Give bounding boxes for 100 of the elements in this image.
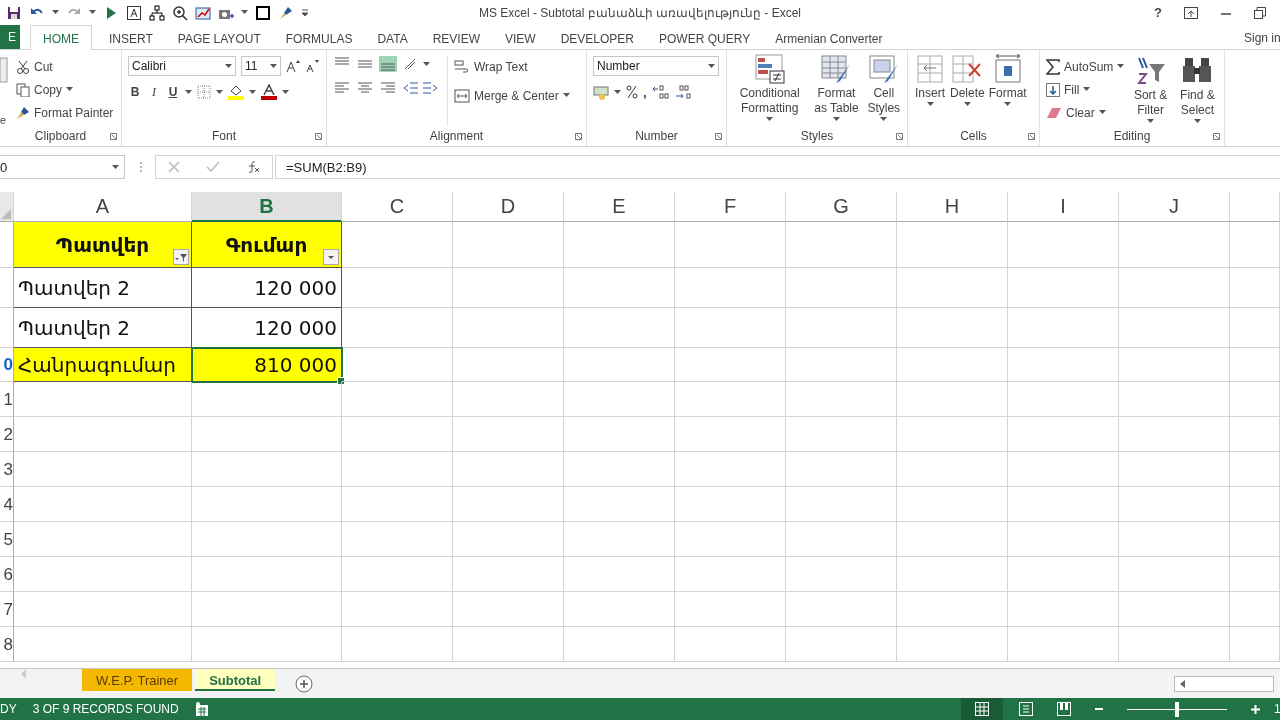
ribbon-tab[interactable]: PAGE LAYOUT (164, 25, 274, 49)
page-break-icon[interactable] (1057, 702, 1071, 716)
comma-style-button[interactable]: , (643, 84, 647, 100)
table-cell[interactable] (1008, 268, 1119, 308)
italic-button[interactable]: I (147, 84, 161, 100)
table-cell[interactable] (1119, 487, 1230, 522)
row-header[interactable]: 4 (0, 487, 14, 522)
number-format-field[interactable]: Number (593, 56, 719, 76)
table-cell[interactable] (1230, 557, 1280, 592)
table-cell[interactable] (1230, 348, 1280, 382)
table-cell[interactable] (453, 222, 564, 268)
add-sheet-icon[interactable] (295, 675, 314, 693)
zoom-icon[interactable] (172, 4, 188, 21)
table-cell[interactable] (453, 487, 564, 522)
table-cell[interactable] (1119, 592, 1230, 627)
sort-filter-button[interactable]: Sort & Filter (1132, 56, 1169, 126)
table-cell[interactable] (564, 557, 675, 592)
table-cell[interactable] (564, 308, 675, 348)
select-all-icon[interactable] (1, 209, 11, 219)
table-cell[interactable] (786, 417, 897, 452)
table-cell[interactable] (1230, 268, 1280, 308)
clear-button[interactable]: Clear (1046, 102, 1125, 123)
table-cell[interactable] (675, 268, 786, 308)
dialog-launcher-icon[interactable] (575, 132, 582, 140)
column-header[interactable]: H (897, 192, 1008, 222)
font-size-field[interactable]: 11 (241, 56, 281, 76)
table-cell[interactable] (1119, 348, 1230, 382)
underline-button[interactable]: U (166, 85, 180, 99)
brush-icon[interactable] (278, 4, 294, 21)
name-box[interactable]: 0 (0, 155, 125, 179)
table-cell[interactable] (453, 417, 564, 452)
table-cell[interactable] (1119, 268, 1230, 308)
paste-label[interactable]: e (0, 114, 8, 126)
table-cell[interactable] (1119, 382, 1230, 417)
table-cell[interactable] (453, 382, 564, 417)
table-cell[interactable] (786, 348, 897, 382)
table-cell[interactable] (192, 417, 342, 452)
table-cell[interactable] (897, 268, 1008, 308)
customize-caret-icon[interactable] (301, 8, 309, 17)
table-cell[interactable] (342, 627, 453, 662)
table-cell[interactable] (192, 627, 342, 662)
row-header[interactable]: 3 (0, 452, 14, 487)
filter-dropdown-icon[interactable] (323, 249, 339, 265)
zoom-in-icon[interactable] (1251, 704, 1260, 714)
table-cell[interactable] (564, 592, 675, 627)
chart-icon[interactable] (195, 4, 211, 21)
ribbon-tab[interactable]: REVIEW (419, 25, 493, 49)
format-as-table-button[interactable]: Format as Table (810, 54, 863, 126)
column-header[interactable]: B (192, 192, 342, 222)
table-cell[interactable] (897, 222, 1008, 268)
shrink-font-icon[interactable] (305, 59, 319, 73)
row-header[interactable]: 5 (0, 522, 14, 557)
table-cell[interactable] (786, 452, 897, 487)
ribbon-tab[interactable]: VIEW (492, 25, 549, 49)
row-header[interactable] (0, 308, 14, 348)
table-cell[interactable] (1230, 522, 1280, 557)
table-cell[interactable] (342, 222, 453, 268)
row-header[interactable]: 1 (0, 382, 14, 417)
table-cell[interactable] (1230, 417, 1280, 452)
table-cell[interactable] (192, 557, 342, 592)
align-right-icon[interactable] (379, 80, 397, 96)
format-painter-button[interactable]: Format Painter (16, 102, 114, 123)
table-cell[interactable] (14, 557, 192, 592)
ribbon-tab[interactable]: POWER QUERY (646, 25, 764, 49)
table-cell[interactable] (564, 268, 675, 308)
ribbon-tab[interactable]: HOME (30, 25, 92, 50)
page-layout-icon[interactable] (1019, 702, 1033, 716)
table-cell[interactable] (675, 487, 786, 522)
table-cell[interactable] (1230, 627, 1280, 662)
increase-indent-icon[interactable] (423, 80, 439, 96)
table-cell[interactable] (675, 417, 786, 452)
dialog-launcher-icon[interactable] (110, 132, 117, 140)
table-cell[interactable] (675, 557, 786, 592)
table-cell[interactable] (675, 348, 786, 382)
table-cell[interactable] (897, 452, 1008, 487)
table-cell[interactable] (14, 417, 192, 452)
table-cell[interactable] (453, 557, 564, 592)
row-header[interactable] (0, 268, 14, 308)
table-cell[interactable] (786, 592, 897, 627)
table-cell[interactable] (1008, 222, 1119, 268)
table-cell[interactable] (1008, 522, 1119, 557)
accounting-format-icon[interactable] (593, 84, 609, 100)
table-cell[interactable] (564, 452, 675, 487)
table-cell[interactable] (675, 592, 786, 627)
table-cell[interactable] (675, 452, 786, 487)
table-cell[interactable] (453, 268, 564, 308)
column-header[interactable]: E (564, 192, 675, 222)
table-cell[interactable] (1119, 308, 1230, 348)
formula-field[interactable]: =SUM(B2:B9) (275, 155, 1280, 179)
table-cell[interactable] (1230, 592, 1280, 627)
table-cell[interactable] (453, 592, 564, 627)
macro-recording-icon[interactable] (194, 702, 209, 716)
dialog-launcher-icon[interactable] (315, 132, 322, 140)
bold-button[interactable]: B (128, 85, 142, 99)
autosum-button[interactable]: AutoSum (1046, 56, 1125, 77)
table-cell[interactable] (453, 627, 564, 662)
diagram-icon[interactable] (149, 4, 165, 21)
decrease-indent-icon[interactable] (402, 80, 418, 96)
align-center-icon[interactable] (356, 80, 374, 96)
table-cell[interactable] (897, 627, 1008, 662)
